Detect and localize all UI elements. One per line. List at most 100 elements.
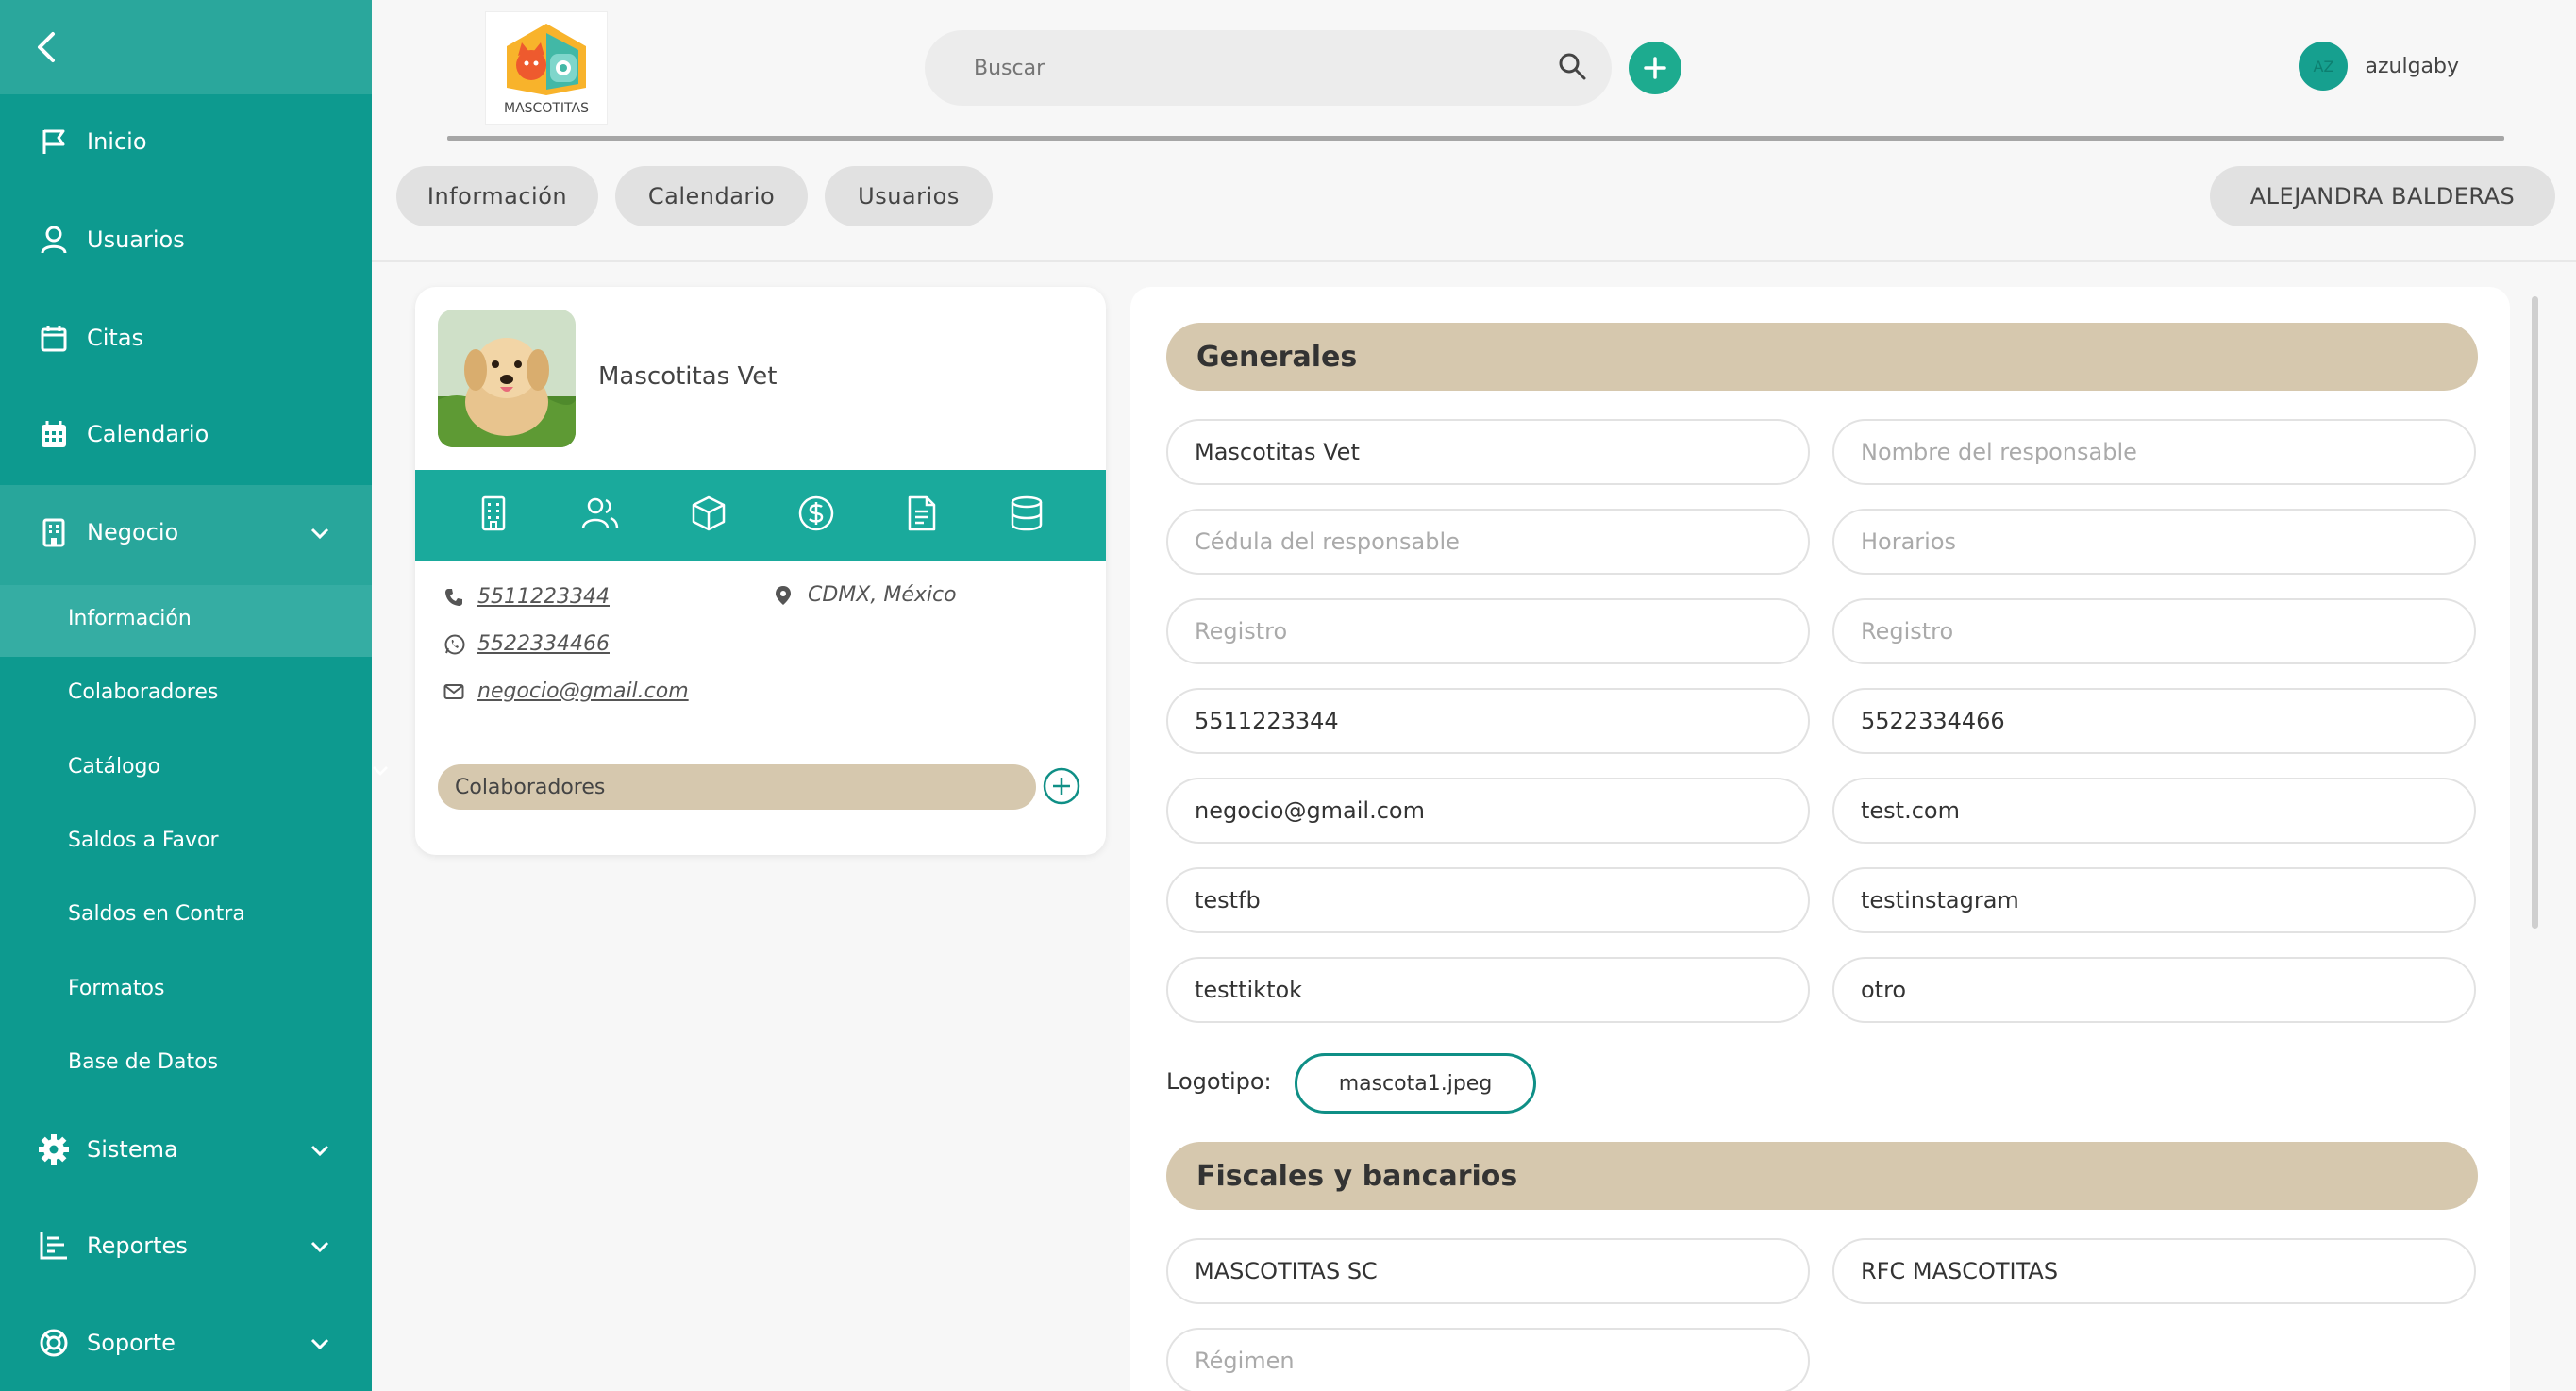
flag-icon [38,126,70,158]
lifebuoy-icon [38,1327,70,1359]
field-registro-2[interactable]: Registro [1832,598,2476,664]
whatsapp-icon [443,633,470,656]
chevron-down-icon [309,1232,330,1259]
users-icon[interactable] [580,494,620,536]
section-generales[interactable]: Generales [1166,323,2478,391]
contact-phone: 5511223344 [443,585,610,609]
search-icon[interactable] [1557,51,1587,85]
location-pin-icon [774,584,800,607]
field-responsable[interactable]: Nombre del responsable [1832,419,2476,485]
sidebar-item-label: Negocio [87,519,179,545]
sidebar-item-label: Inicio [87,128,147,155]
username: azulgaby [2365,54,2459,78]
mail-icon [443,683,470,700]
phone-link[interactable]: 5511223344 [477,585,610,609]
add-button[interactable] [1629,42,1681,94]
field-registro-1[interactable]: Registro [1166,598,1810,664]
section-fiscales[interactable]: Fiscales y bancarios [1166,1142,2478,1210]
sidebar-subitem-base-datos[interactable]: Base de Datos [68,1050,218,1074]
building-icon [38,516,70,548]
building-icon[interactable] [477,494,510,536]
user-menu[interactable]: AZ azulgaby [2299,42,2459,91]
field-cedula[interactable]: Cédula del responsable [1166,509,1810,575]
location-text: CDMX, México [808,583,957,607]
calendar-grid-icon [38,418,70,450]
field-tiktok[interactable]: testtiktok [1166,957,1810,1023]
field-facebook[interactable]: testfb [1166,867,1810,933]
whatsapp-link[interactable]: 5522334466 [477,632,610,656]
field-razon-social[interactable]: MASCOTITAS SC [1166,1238,1810,1304]
business-toolbar [415,470,1106,561]
chevron-down-icon [309,1136,330,1163]
chevron-down-icon [372,759,389,782]
sidebar-item-inicio[interactable]: Inicio [0,113,372,170]
chevron-down-icon [309,1330,330,1356]
business-name: Mascotitas Vet [598,362,778,391]
sidebar-item-label: Citas [87,325,144,351]
sidebar-item-sistema[interactable]: Sistema [0,1121,372,1178]
document-icon[interactable] [905,494,939,536]
calendar-icon [38,322,70,354]
logo-label: Logotipo: [1166,1068,1272,1095]
sidebar-subitem-informacion[interactable]: Información [68,607,192,630]
sidebar-item-label: Calendario [87,421,209,447]
business-form: Generales Mascotitas Vet Nombre del resp… [1130,287,2510,1391]
sidebar-item-label: Usuarios [87,226,185,253]
sidebar-item-reportes[interactable]: Reportes [0,1217,372,1274]
top-header: MASCOTITAS AZ azulgaby [372,0,2576,142]
phone-icon [443,587,470,608]
app-logo[interactable]: MASCOTITAS [485,11,608,125]
field-horarios[interactable]: Horarios [1832,509,2476,575]
contact-email: negocio@gmail.com [443,679,689,703]
sidebar-item-label: Reportes [87,1232,188,1259]
logo-text: MASCOTITAS [504,101,589,116]
chart-icon [38,1230,70,1262]
field-telefono[interactable]: 5511223344 [1166,688,1810,754]
chevron-left-icon [38,32,55,62]
database-icon[interactable] [1009,494,1045,536]
sidebar-item-usuarios[interactable]: Usuarios [0,211,372,268]
email-link[interactable]: negocio@gmail.com [477,679,689,703]
tab-calendario[interactable]: Calendario [615,166,808,226]
business-card: Mascotitas Vet 5511223344 5522334466 neg… [415,287,1106,855]
sidebar: Inicio Usuarios Citas Calendario Negocio… [0,0,388,1391]
sidebar-subitem-saldos-favor[interactable]: Saldos a Favor [68,829,219,852]
add-collaborator-icon[interactable] [1042,766,1081,810]
sidebar-subitem-label: Catálogo [68,755,160,779]
dollar-icon[interactable] [797,494,835,536]
chevron-down-icon [309,519,330,545]
search-bar [925,30,1612,106]
contact-location: CDMX, México [774,583,957,607]
field-instagram[interactable]: testinstagram [1832,867,2476,933]
sidebar-subitem-colaboradores[interactable]: Colaboradores [68,680,218,704]
plus-icon [1644,57,1666,79]
sidebar-item-label: Sistema [87,1136,178,1163]
scrollbar-thumb[interactable] [2532,296,2538,929]
box-icon[interactable] [690,494,728,536]
sidebar-subitem-catalogo[interactable]: Catálogo [68,755,388,779]
business-photo [438,310,576,447]
field-rfc[interactable]: RFC MASCOTITAS [1832,1238,2476,1304]
sidebar-collapse-button[interactable] [0,0,372,94]
collaborators-bar[interactable]: Colaboradores [438,764,1036,810]
tab-informacion[interactable]: Información [396,166,598,226]
logo-file-button[interactable]: mascota1.jpeg [1295,1053,1536,1114]
field-email[interactable]: negocio@gmail.com [1166,778,1810,844]
field-regimen[interactable]: Régimen [1166,1328,1810,1391]
sidebar-item-soporte[interactable]: Soporte [0,1315,372,1371]
mascotitas-logo-icon [507,24,586,95]
sidebar-item-citas[interactable]: Citas [0,310,372,366]
sidebar-subitem-formatos[interactable]: Formatos [68,977,164,1000]
sidebar-subitem-saldos-contra[interactable]: Saldos en Contra [68,902,245,926]
sidebar-item-label: Soporte [87,1330,176,1356]
sidebar-item-calendario[interactable]: Calendario [0,406,372,462]
user-icon [38,224,70,256]
field-whatsapp[interactable]: 5522334466 [1832,688,2476,754]
sidebar-item-negocio[interactable]: Negocio [0,504,372,561]
current-user-badge[interactable]: ALEJANDRA BALDERAS [2210,166,2555,226]
field-nombre[interactable]: Mascotitas Vet [1166,419,1810,485]
search-input[interactable] [972,55,1557,81]
field-otro[interactable]: otro [1832,957,2476,1023]
tab-usuarios[interactable]: Usuarios [825,166,993,226]
field-web[interactable]: test.com [1832,778,2476,844]
